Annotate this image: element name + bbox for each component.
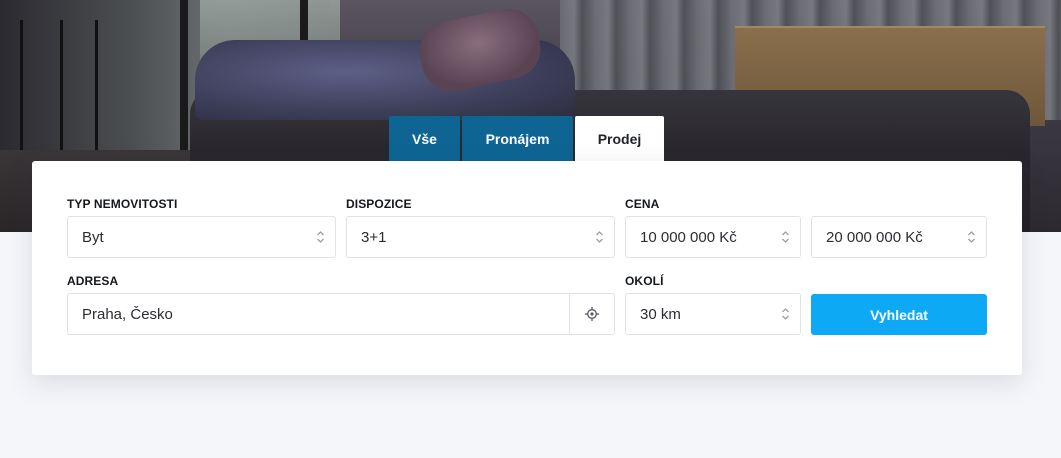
address-label: ADRESA (67, 274, 119, 288)
price-label: CENA (625, 197, 660, 211)
crosshair-icon (585, 307, 599, 321)
locate-me-button[interactable] (570, 293, 615, 335)
property-type-select[interactable]: Byt (67, 216, 336, 258)
price-min-select[interactable]: 10 000 000 Kč (625, 216, 801, 258)
chevron-updown-icon (770, 217, 800, 257)
layout-value: 3+1 (361, 228, 387, 246)
bar-stool-leg (60, 20, 63, 170)
layout-select[interactable]: 3+1 (346, 216, 615, 258)
tab-rent[interactable]: Pronájem (462, 116, 573, 161)
radius-value: 30 km (640, 305, 681, 323)
address-value: Praha, Česko (82, 305, 173, 323)
chevron-updown-icon (770, 294, 800, 334)
chevron-updown-icon (956, 217, 986, 257)
tab-sale[interactable]: Prodej (575, 116, 664, 161)
layout-label: DISPOZICE (346, 197, 412, 211)
bar-stool-leg (95, 20, 98, 170)
price-max-value: 20 000 000 Kč (826, 228, 923, 246)
search-button[interactable]: Vyhledat (811, 294, 987, 335)
chevron-updown-icon (584, 217, 614, 257)
search-form-card: TYP NEMOVITOSTI Byt DISPOZICE 3+1 CENA 1… (32, 161, 1022, 375)
property-type-label: TYP NEMOVITOSTI (67, 197, 178, 211)
tab-all[interactable]: Vše (389, 116, 460, 161)
window-frame (180, 0, 188, 150)
bar-stool-leg (20, 20, 23, 170)
price-max-select[interactable]: 20 000 000 Kč (811, 216, 987, 258)
radius-label: OKOLÍ (625, 274, 664, 288)
address-input[interactable]: Praha, Česko (67, 293, 570, 335)
listing-type-tabs: Vše Pronájem Prodej (389, 116, 664, 161)
radius-select[interactable]: 30 km (625, 293, 801, 335)
property-type-value: Byt (82, 228, 104, 246)
price-min-value: 10 000 000 Kč (640, 228, 737, 246)
chevron-updown-icon (305, 217, 335, 257)
